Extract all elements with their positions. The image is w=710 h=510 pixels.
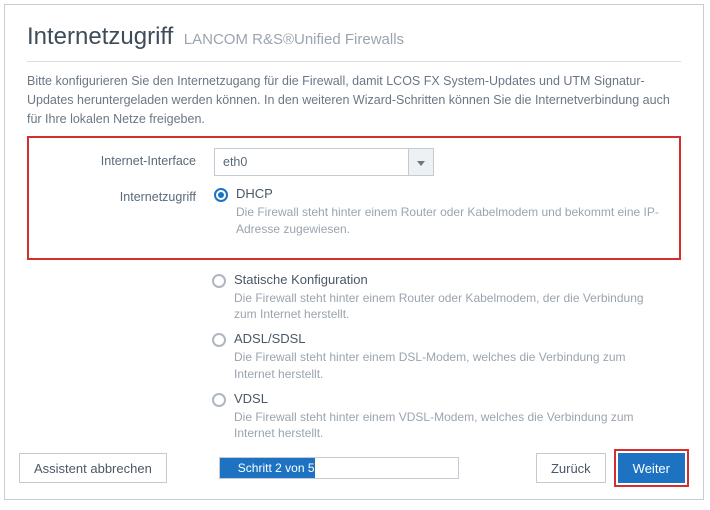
radio-label: VDSL	[234, 391, 667, 408]
radio-label: Statische Konfiguration	[234, 272, 667, 289]
radio-option-dhcp[interactable]: DHCP Die Firewall steht hinter einem Rou…	[214, 186, 665, 237]
radio-desc: Die Firewall steht hinter einem Router o…	[234, 290, 667, 324]
header: Internetzugriff LANCOM R&S®Unified Firew…	[5, 5, 703, 61]
caret-down-icon	[417, 153, 425, 171]
interface-select[interactable]	[214, 148, 434, 176]
radio-option-static[interactable]: Statische Konfiguration Die Firewall ste…	[212, 272, 667, 323]
radio-vdsl[interactable]	[212, 393, 226, 407]
radio-option-adsl[interactable]: ADSL/SDSL Die Firewall steht hinter eine…	[212, 331, 667, 382]
access-row: Internetzugriff DHCP Die Firewall steht …	[29, 180, 679, 249]
radio-static[interactable]	[212, 274, 226, 288]
interface-row: Internet-Interface	[29, 144, 679, 180]
highlight-box: Internet-Interface Internetzugriff	[27, 136, 681, 259]
cancel-button[interactable]: Assistent abbrechen	[19, 453, 167, 483]
radio-desc: Die Firewall steht hinter einem DSL-Mode…	[234, 349, 667, 383]
radio-label: ADSL/SDSL	[234, 331, 667, 348]
access-label: Internetzugriff	[29, 184, 214, 204]
radio-adsl[interactable]	[212, 333, 226, 347]
interface-input[interactable]	[214, 148, 408, 176]
wizard-panel: Internetzugriff LANCOM R&S®Unified Firew…	[4, 4, 704, 500]
options-rest: Statische Konfiguration Die Firewall ste…	[5, 260, 703, 454]
back-button[interactable]: Zurück	[536, 453, 606, 483]
radio-dhcp[interactable]	[214, 188, 228, 202]
intro-text: Bitte konfigurieren Sie den Internetzuga…	[5, 72, 703, 136]
footer: Assistent abbrechen Schritt 2 von 5 Zurü…	[5, 439, 703, 499]
interface-dropdown-button[interactable]	[408, 148, 434, 176]
next-highlight: Weiter	[614, 449, 689, 487]
interface-label: Internet-Interface	[29, 148, 214, 168]
page-title: Internetzugriff	[27, 23, 173, 50]
radio-label: DHCP	[236, 186, 665, 203]
radio-option-vdsl[interactable]: VDSL Die Firewall steht hinter einem VDS…	[212, 391, 667, 442]
progress-text: Schritt 2 von 5	[220, 461, 315, 475]
radio-desc: Die Firewall steht hinter einem Router o…	[236, 204, 665, 238]
page-subtitle: LANCOM R&S®Unified Firewalls	[184, 31, 404, 48]
progress-bar: Schritt 2 von 5	[219, 457, 459, 479]
divider	[27, 61, 681, 62]
radio-desc: Die Firewall steht hinter einem VDSL-Mod…	[234, 409, 667, 443]
next-button[interactable]: Weiter	[618, 453, 685, 483]
